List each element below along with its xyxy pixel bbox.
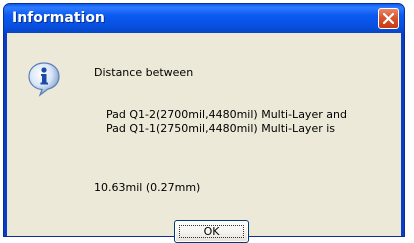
close-button[interactable] xyxy=(378,8,399,29)
info-icon xyxy=(28,62,60,97)
message-line-3: Pad Q1-1(2750mil,4480mil) Multi-Layer is xyxy=(106,122,336,135)
close-icon xyxy=(383,13,394,24)
message-line-2: Pad Q1-2(2700mil,4480mil) Multi-Layer an… xyxy=(106,108,347,121)
distance-result: 10.63mil (0.27mm) xyxy=(94,181,201,194)
title-bar[interactable]: Information xyxy=(4,4,404,33)
dialog-title: Information xyxy=(12,10,105,26)
dialog-body: Distance between Pad Q1-2(2700mil,4480mi… xyxy=(7,33,401,243)
dialog-window: Information Distance between Pad Q1-2(27… xyxy=(3,3,405,243)
message-line-1: Distance between xyxy=(94,66,194,79)
focus-rect xyxy=(179,225,244,238)
